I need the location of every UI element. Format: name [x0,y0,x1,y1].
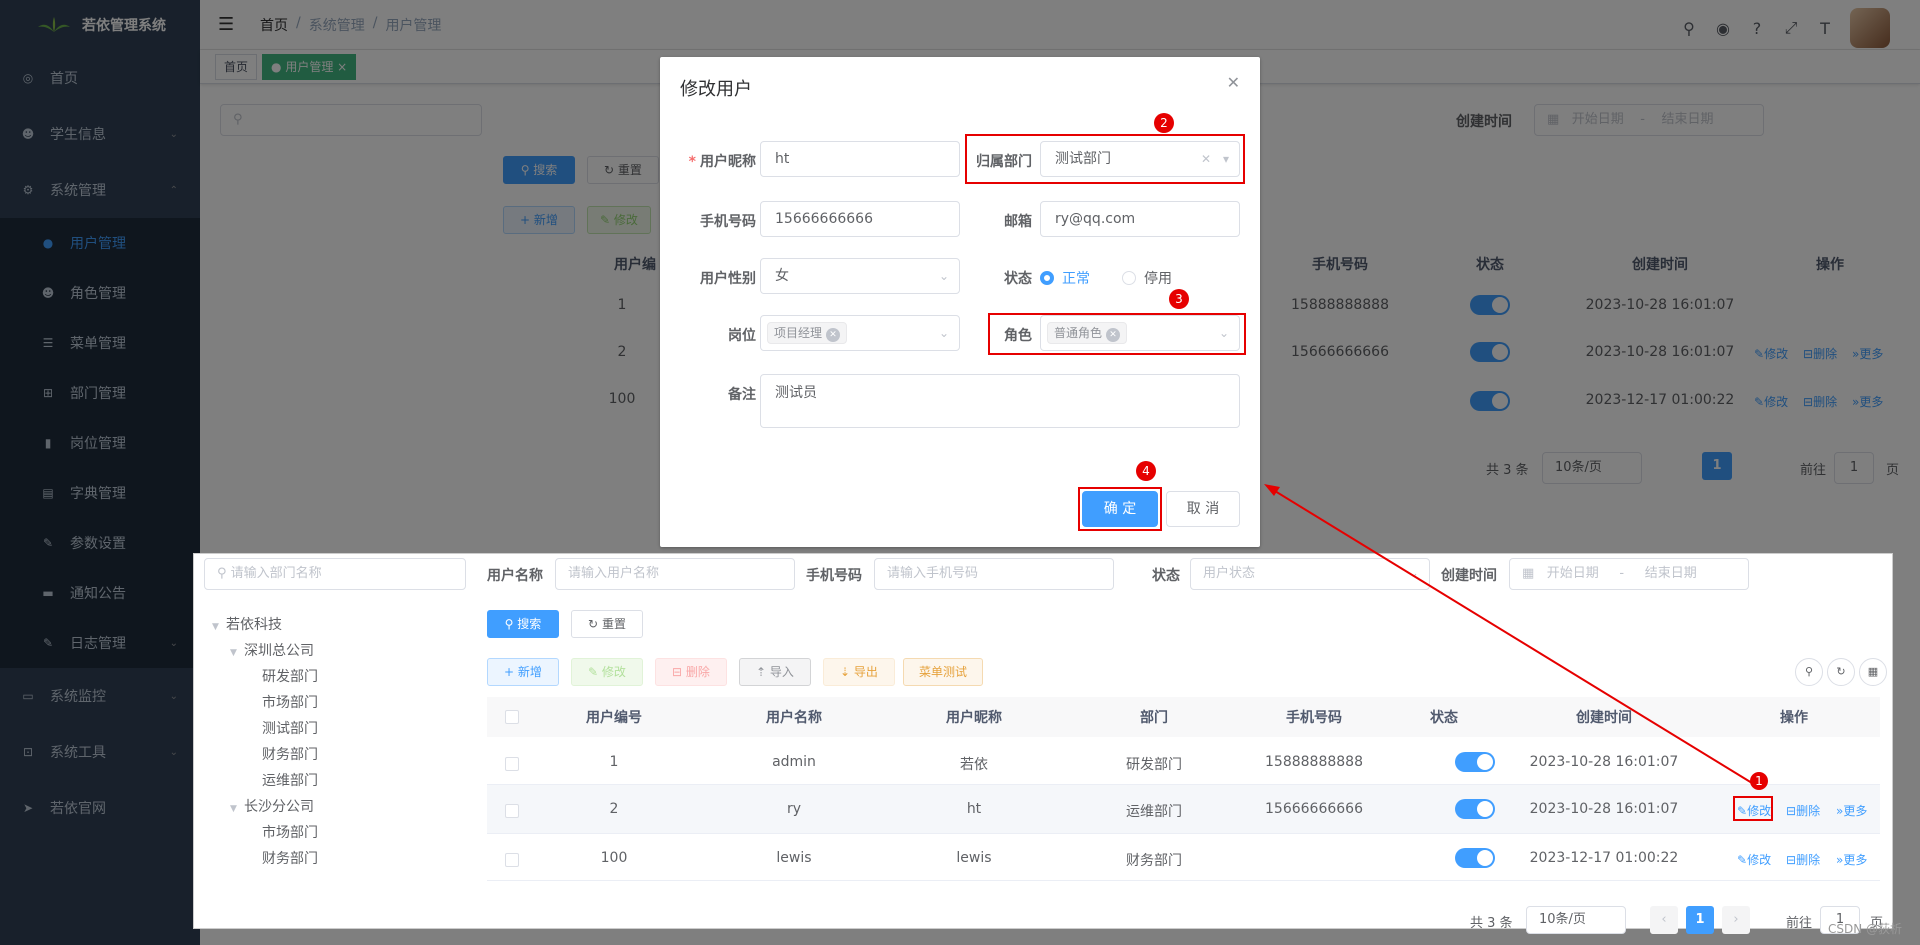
annotation-arrow [1264,484,1753,784]
watermark: CSDN @荻析 [1827,922,1902,936]
